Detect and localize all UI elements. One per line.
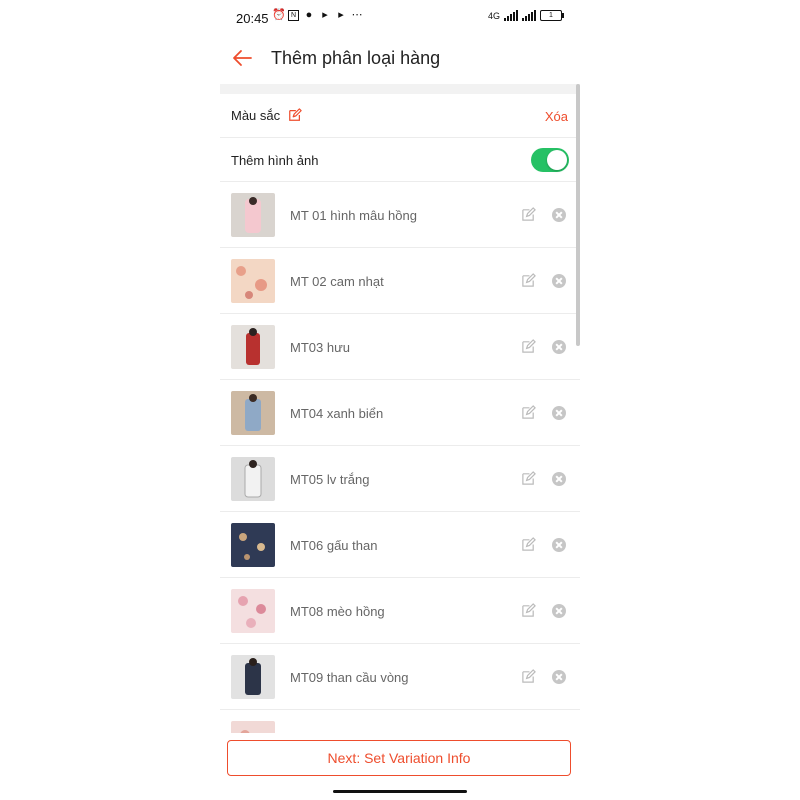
- variation-thumbnail: [231, 391, 275, 435]
- section-divider: [220, 84, 580, 94]
- chat-icon: ●: [305, 9, 313, 21]
- variation-thumbnail: [231, 655, 275, 699]
- edit-variation-icon[interactable]: [521, 339, 536, 354]
- nfc-icon: N: [288, 9, 299, 21]
- variation-item: MT08 mèo hồng: [220, 578, 580, 644]
- variation-item: MT09 than cầu vòng: [220, 644, 580, 710]
- variation-name: MT08 mèo hồng: [290, 604, 385, 619]
- footer: Next: Set Variation Info: [220, 733, 580, 800]
- remove-variation-icon[interactable]: [552, 208, 566, 222]
- edit-variation-icon[interactable]: [521, 405, 536, 420]
- page-header: Thêm phân loại hàng: [220, 36, 580, 80]
- variation-item: MT 01 hình mâu hồng: [220, 182, 580, 248]
- variation-thumbnail: [231, 193, 275, 237]
- remove-variation-icon[interactable]: [552, 340, 566, 354]
- edit-variation-icon[interactable]: [521, 273, 536, 288]
- variation-thumbnail: [231, 259, 275, 303]
- variation-name: MT 02 cam nhạt: [290, 274, 384, 289]
- edit-variation-icon[interactable]: [521, 603, 536, 618]
- edit-variation-icon[interactable]: [521, 207, 536, 222]
- remove-variation-icon[interactable]: [552, 538, 566, 552]
- play-icon: ▸: [322, 9, 328, 21]
- variation-name: MT03 hưu: [290, 340, 351, 355]
- add-image-row: Thêm hình ảnh: [220, 138, 580, 182]
- home-indicator[interactable]: [333, 790, 467, 793]
- alarm-icon: ⏰: [272, 9, 286, 21]
- variation-name: MT04 xanh biển: [290, 406, 384, 421]
- attribute-name: Màu sắc: [231, 108, 281, 123]
- battery-icon: 1: [540, 10, 564, 21]
- remove-variation-icon[interactable]: [552, 604, 566, 618]
- status-time: 20:45: [236, 11, 269, 26]
- scrollbar[interactable]: [576, 84, 580, 346]
- edit-variation-icon[interactable]: [521, 537, 536, 552]
- variation-name: MT 01 hình mâu hồng: [290, 208, 417, 223]
- add-image-label: Thêm hình ảnh: [231, 153, 319, 168]
- delete-attribute-button[interactable]: Xóa: [545, 109, 568, 124]
- attribute-row: Màu sắc Xóa: [220, 94, 580, 138]
- status-bar: 20:45 ⏰ N ● ▸ ▸ ⋯ 4G 1: [220, 0, 580, 34]
- add-image-toggle[interactable]: [531, 148, 569, 172]
- remove-variation-icon[interactable]: [552, 406, 566, 420]
- battery-level: 1: [549, 12, 553, 19]
- variation-item: MT04 xanh biển: [220, 380, 580, 446]
- edit-attribute-icon[interactable]: [288, 108, 302, 122]
- variation-thumbnail: [231, 589, 275, 633]
- variation-item: MT06 gấu than: [220, 512, 580, 578]
- variation-thumbnail: [231, 325, 275, 369]
- variation-name: MT09 than cầu vòng: [290, 670, 409, 685]
- play-icon-2: ▸: [338, 9, 344, 21]
- variation-name: MT05 lv trắng: [290, 472, 370, 487]
- status-right: 4G 1: [487, 10, 564, 21]
- phone-screen: 20:45 ⏰ N ● ▸ ▸ ⋯ 4G 1 Thêm phân loại hà…: [220, 0, 580, 800]
- remove-variation-icon[interactable]: [552, 274, 566, 288]
- next-set-variation-info-button[interactable]: Next: Set Variation Info: [227, 740, 571, 776]
- variation-list: MT 01 hình mâu hồng MT 02 cam nhạt MT03 …: [220, 182, 580, 776]
- toggle-knob: [547, 150, 567, 170]
- network-label: 4G: [487, 10, 500, 21]
- variation-item: MT03 hưu: [220, 314, 580, 380]
- remove-variation-icon[interactable]: [552, 670, 566, 684]
- page-title: Thêm phân loại hàng: [271, 48, 441, 68]
- status-notification-icons: ⏰ N ● ▸ ▸ ⋯: [272, 9, 363, 21]
- remove-variation-icon[interactable]: [552, 472, 566, 486]
- variation-name: MT06 gấu than: [290, 538, 378, 553]
- edit-variation-icon[interactable]: [521, 669, 536, 684]
- more-notifications-icon: ⋯: [351, 9, 363, 21]
- variation-thumbnail: [231, 523, 275, 567]
- variation-item: MT 02 cam nhạt: [220, 248, 580, 314]
- variation-item: MT05 lv trắng: [220, 446, 580, 512]
- signal-icon-2: [522, 10, 536, 21]
- edit-variation-icon[interactable]: [521, 471, 536, 486]
- variation-thumbnail: [231, 457, 275, 501]
- back-arrow-icon[interactable]: [230, 46, 254, 70]
- signal-icon: [504, 10, 518, 21]
